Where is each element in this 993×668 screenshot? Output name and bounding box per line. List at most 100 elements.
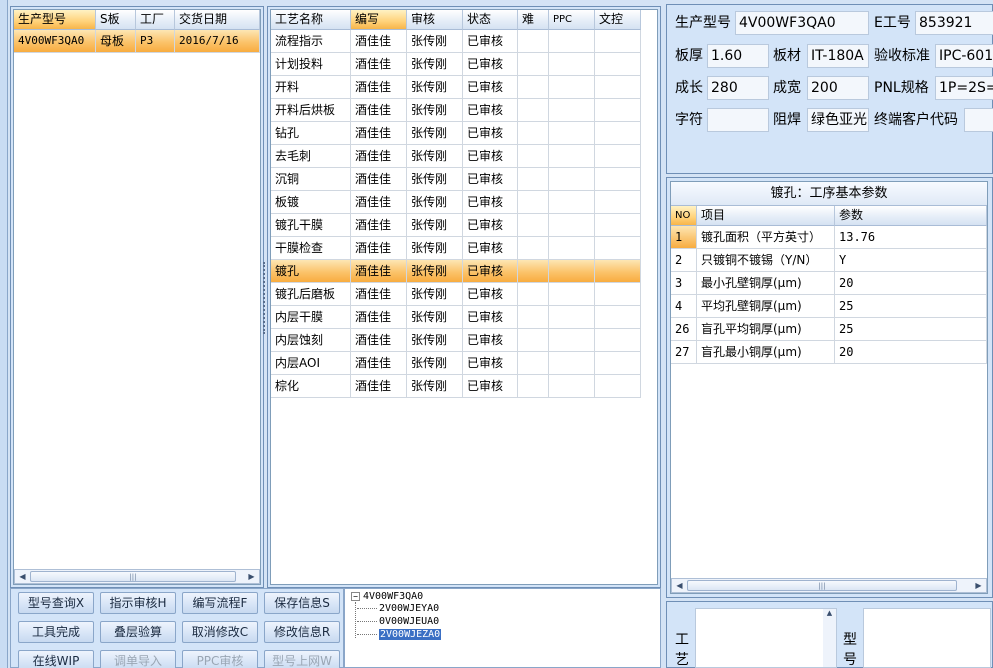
col-header-factory[interactable]: 工厂 bbox=[136, 10, 175, 30]
field-customer[interactable] bbox=[964, 108, 993, 132]
cell-param-item: 最小孔壁铜厚(μm) bbox=[697, 272, 835, 295]
field-width[interactable]: 200 bbox=[807, 76, 869, 100]
col-header-model[interactable]: 生产型号 bbox=[14, 10, 96, 30]
col-header-status[interactable]: 状态 bbox=[463, 10, 518, 30]
col-header-item[interactable]: 项目 bbox=[697, 206, 835, 226]
col-header-process-name[interactable]: 工艺名称 bbox=[271, 10, 351, 30]
scroll-right-icon[interactable]: ▶ bbox=[244, 570, 259, 583]
param-row[interactable]: 26 盲孔平均铜厚(μm) 25 bbox=[671, 318, 987, 341]
cell-doc-control bbox=[595, 214, 641, 237]
process-textarea[interactable] bbox=[695, 608, 837, 668]
process-row[interactable]: 内层干膜 酒佳佳 张传刚 已审核 bbox=[271, 306, 657, 329]
field-pnl[interactable]: 1P=2S=6 bbox=[935, 76, 993, 100]
process-row[interactable]: 流程指示 酒佳佳 张传刚 已审核 bbox=[271, 30, 657, 53]
cell-process-name: 镀孔后磨板 bbox=[271, 283, 351, 306]
scroll-left-icon[interactable]: ◀ bbox=[15, 570, 30, 583]
online-wip-button[interactable]: 在线WIP bbox=[18, 650, 94, 668]
cell-reviewer: 张传刚 bbox=[407, 168, 463, 191]
process-row[interactable]: 沉铜 酒佳佳 张传刚 已审核 bbox=[271, 168, 657, 191]
cell-ppc bbox=[549, 191, 595, 214]
col-header-no[interactable]: NO bbox=[671, 206, 697, 226]
process-row[interactable]: 镀孔 酒佳佳 张传刚 已审核 bbox=[271, 260, 657, 283]
param-row[interactable]: 27 盲孔最小铜厚(μm) 20 bbox=[671, 341, 987, 364]
model-row[interactable]: 4V00WF3QA0 母板 P3 2016/7/16 bbox=[14, 30, 260, 53]
cancel-edit-button[interactable]: 取消修改C bbox=[182, 621, 258, 643]
col-header-reviewer[interactable]: 审核 bbox=[407, 10, 463, 30]
col-header-value[interactable]: 参数 bbox=[835, 206, 987, 226]
process-row[interactable]: 钻孔 酒佳佳 张传刚 已审核 bbox=[271, 122, 657, 145]
cell-writer: 酒佳佳 bbox=[351, 306, 407, 329]
field-standard[interactable]: IPC-6012 bbox=[935, 44, 993, 68]
cell-process-name: 内层蚀刻 bbox=[271, 329, 351, 352]
col-header-doc-control[interactable]: 文控 bbox=[595, 10, 641, 30]
save-info-button[interactable]: 保存信息S bbox=[264, 592, 340, 614]
cell-status: 已审核 bbox=[463, 30, 518, 53]
process-row[interactable]: 开料 酒佳佳 张传刚 已审核 bbox=[271, 76, 657, 99]
field-mask[interactable]: 绿色亚光 bbox=[807, 108, 869, 132]
field-char[interactable] bbox=[707, 108, 769, 132]
field-eno[interactable]: 853921 bbox=[915, 11, 993, 35]
params-grid: 镀孔：工序基本参数 NO 项目 参数 1 镀孔面积（平方英寸） 13.76 2 只镀铜不… bbox=[670, 181, 988, 594]
field-length[interactable]: 280 bbox=[707, 76, 769, 100]
col-header-writer[interactable]: 编写 bbox=[351, 10, 407, 30]
model-textarea[interactable] bbox=[863, 608, 991, 668]
order-import-button[interactable]: 调单导入 bbox=[100, 650, 176, 668]
param-row[interactable]: 4 平均孔壁铜厚(μm) 25 bbox=[671, 295, 987, 318]
param-row[interactable]: 1 镀孔面积（平方英寸） 13.76 bbox=[671, 226, 987, 249]
bottom-right-panel: 工艺 ▲ 型号 bbox=[666, 601, 993, 668]
tree-collapse-icon[interactable]: − bbox=[351, 592, 360, 601]
tool-complete-button[interactable]: 工具完成 bbox=[18, 621, 94, 643]
param-row[interactable]: 2 只镀铜不镀锡（Y/N） Y bbox=[671, 249, 987, 272]
textarea-vscroll[interactable]: ▲ bbox=[823, 609, 836, 667]
model-online-button[interactable]: 型号上网W bbox=[264, 650, 340, 668]
scroll-right-icon[interactable]: ▶ bbox=[971, 579, 986, 592]
process-row[interactable]: 板镀 酒佳佳 张传刚 已审核 bbox=[271, 191, 657, 214]
tree-node[interactable]: 0V00WJEUA0 bbox=[357, 616, 439, 627]
cell-difficulty bbox=[518, 168, 549, 191]
cell-reviewer: 张传刚 bbox=[407, 191, 463, 214]
cell-doc-control bbox=[595, 30, 641, 53]
cell-process-name: 流程指示 bbox=[271, 30, 351, 53]
tree-node-label: 0V00WJEUA0 bbox=[379, 616, 440, 627]
cell-ppc bbox=[549, 329, 595, 352]
col-header-difficulty[interactable]: 难 bbox=[518, 10, 549, 30]
process-row[interactable]: 内层AOI 酒佳佳 张传刚 已审核 bbox=[271, 352, 657, 375]
process-row[interactable]: 镀孔后磨板 酒佳佳 张传刚 已审核 bbox=[271, 283, 657, 306]
scroll-thumb[interactable]: ||| bbox=[30, 571, 236, 582]
model-query-button[interactable]: 型号查询X bbox=[18, 592, 94, 614]
cell-ppc bbox=[549, 30, 595, 53]
scroll-left-icon[interactable]: ◀ bbox=[672, 579, 687, 592]
params-hscrollbar[interactable]: ◀ ||| ▶ bbox=[671, 578, 987, 593]
process-row[interactable]: 计划投料 酒佳佳 张传刚 已审核 bbox=[271, 53, 657, 76]
col-header-ppc[interactable]: PPC bbox=[549, 10, 595, 30]
cell-reviewer: 张传刚 bbox=[407, 283, 463, 306]
scroll-thumb[interactable]: ||| bbox=[687, 580, 957, 591]
process-row[interactable]: 棕化 酒佳佳 张传刚 已审核 bbox=[271, 375, 657, 398]
instruction-review-button[interactable]: 指示审核H bbox=[100, 592, 176, 614]
model-grid: 生产型号 S板 工厂 交货日期 4V00WF3QA0 母板 P3 2016/7/… bbox=[13, 9, 261, 585]
process-row[interactable]: 干膜检查 酒佳佳 张传刚 已审核 bbox=[271, 237, 657, 260]
model-grid-hscrollbar[interactable]: ◀ ||| ▶ bbox=[14, 569, 260, 584]
field-material[interactable]: IT-180A bbox=[807, 44, 869, 68]
col-header-s-board[interactable]: S板 bbox=[96, 10, 136, 30]
field-model[interactable]: 4V00WF3QA0 bbox=[735, 11, 869, 35]
process-row[interactable]: 内层蚀刻 酒佳佳 张传刚 已审核 bbox=[271, 329, 657, 352]
tree-node[interactable]: 2V00WJEYA0 bbox=[357, 603, 439, 614]
process-row[interactable]: 镀孔干膜 酒佳佳 张传刚 已审核 bbox=[271, 214, 657, 237]
param-row[interactable]: 3 最小孔壁铜厚(μm) 20 bbox=[671, 272, 987, 295]
field-thickness[interactable]: 1.60 bbox=[707, 44, 769, 68]
cell-doc-control bbox=[595, 76, 641, 99]
model-tree-panel: − 4V00WF3QA0 2V00WJEYA0 0V00WJEUA0 2V00WJE… bbox=[344, 588, 661, 668]
write-flow-button[interactable]: 编写流程F bbox=[182, 592, 258, 614]
cell-difficulty bbox=[518, 375, 549, 398]
cell-doc-control bbox=[595, 352, 641, 375]
stack-verify-button[interactable]: 叠层验算 bbox=[100, 621, 176, 643]
cell-ppc bbox=[549, 76, 595, 99]
ppc-review-button[interactable]: PPC审核 bbox=[182, 650, 258, 668]
tree-root[interactable]: − 4V00WF3QA0 bbox=[351, 591, 423, 602]
process-row[interactable]: 去毛刺 酒佳佳 张传刚 已审核 bbox=[271, 145, 657, 168]
process-row[interactable]: 开料后烘板 酒佳佳 张传刚 已审核 bbox=[271, 99, 657, 122]
col-header-delivery-date[interactable]: 交货日期 bbox=[175, 10, 260, 30]
tree-node[interactable]: 2V00WJEZA0 bbox=[357, 629, 442, 640]
modify-info-button[interactable]: 修改信息R bbox=[264, 621, 340, 643]
